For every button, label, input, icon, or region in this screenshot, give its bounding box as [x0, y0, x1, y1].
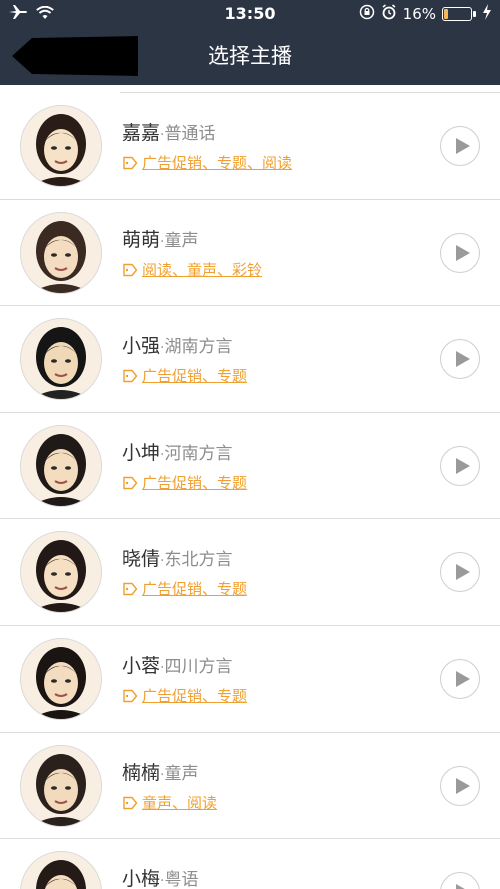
anchor-voice-type: 湖南方言: [164, 337, 233, 358]
avatar: [20, 105, 102, 187]
play-button[interactable]: [440, 126, 480, 166]
anchor-row[interactable]: 楠楠·童声 童声、阅读: [0, 733, 500, 840]
avatar: [20, 424, 102, 507]
tag-icon: [123, 476, 138, 489]
tag-links[interactable]: 广告促销、专题: [142, 473, 247, 493]
anchor-name: 小梅: [122, 868, 161, 889]
anchor-tags: 童声、阅读: [122, 793, 217, 813]
tag-links[interactable]: 广告促销、专题: [142, 686, 247, 706]
app-header: 13:50 16% 选择主播: [0, 0, 500, 85]
tag-icon: [123, 796, 138, 809]
play-button[interactable]: [440, 765, 480, 806]
anchor-voice-type: 四川方言: [164, 656, 233, 677]
alarm-icon: [381, 4, 397, 24]
tag-links[interactable]: 童声、阅读: [142, 793, 217, 813]
status-right: 16%: [359, 4, 492, 24]
anchor-voice-type: 普通话: [164, 124, 216, 144]
tag-links[interactable]: 广告促销、专题: [142, 579, 247, 599]
list-top-divider: [120, 85, 500, 93]
anchor-tags: 广告促销、专题: [122, 686, 247, 706]
anchor-tags: 广告促销、专题: [122, 366, 247, 386]
avatar: [20, 637, 102, 720]
anchor-name-line: 小蓉·四川方言: [122, 654, 232, 680]
tag-icon: [123, 263, 138, 276]
anchor-voice-type: 粤语: [164, 870, 199, 889]
avatar: [20, 744, 102, 827]
anchor-row[interactable]: 小梅·粤语: [0, 839, 500, 889]
anchor-voice-type: 东北方言: [164, 550, 233, 571]
anchor-name-line: 萌萌·童声: [122, 228, 198, 254]
anchor-tags: 广告促销、专题、阅读: [122, 153, 292, 173]
play-button[interactable]: [440, 872, 480, 889]
anchor-name: 萌萌: [122, 228, 161, 251]
tag-icon: [123, 369, 138, 383]
battery-icon: [442, 7, 476, 21]
anchor-name-line: 小梅·粤语: [122, 867, 198, 889]
play-button[interactable]: [440, 339, 480, 380]
charging-icon: [482, 4, 492, 24]
anchor-voice-type: 河南方言: [164, 443, 233, 464]
tag-icon: [123, 689, 138, 703]
anchor-row[interactable]: 小蓉·四川方言 广告促销、专题: [0, 626, 500, 733]
anchor-tags: 广告促销、专题: [122, 579, 247, 599]
anchor-list: 嘉嘉·普通话 广告促销、专题、阅读 萌萌·童声 阅读、童声、彩铃 小强·湖南方言…: [0, 85, 500, 889]
anchor-name-line: 小强·湖南方言: [122, 334, 232, 360]
battery-percent: 16%: [402, 5, 436, 23]
page-title: 选择主播: [208, 44, 292, 68]
anchor-voice-type: 童声: [164, 763, 199, 784]
anchor-name-line: 晓倩·东北方言: [122, 547, 232, 573]
anchor-name-line: 嘉嘉·普通话: [122, 121, 215, 147]
battery-level: [444, 9, 448, 19]
tag-icon: [123, 156, 138, 170]
play-button[interactable]: [440, 445, 480, 486]
anchor-name: 嘉嘉: [122, 122, 161, 144]
anchor-name: 小坤: [122, 441, 161, 464]
anchor-name-line: 楠楠·童声: [122, 761, 198, 787]
avatar: [20, 211, 102, 294]
play-button[interactable]: [440, 552, 480, 593]
anchor-row[interactable]: 小强·湖南方言 广告促销、专题: [0, 306, 500, 413]
anchor-name-line: 小坤·河南方言: [122, 441, 232, 467]
anchor-tags: 广告促销、专题: [122, 473, 247, 493]
status-bar: 13:50 16%: [0, 0, 500, 28]
anchor-voice-type: 童声: [164, 230, 199, 251]
anchor-name: 楠楠: [122, 761, 161, 784]
play-button[interactable]: [440, 232, 480, 273]
rotation-lock-icon: [359, 4, 375, 24]
anchor-row[interactable]: 嘉嘉·普通话 广告促销、专题、阅读: [0, 93, 500, 200]
avatar: [20, 531, 102, 614]
anchor-name: 小蓉: [122, 654, 161, 677]
tag-icon: [123, 583, 138, 596]
anchor-name: 小强: [122, 335, 161, 358]
anchor-row[interactable]: 晓倩·东北方言 广告促销、专题: [0, 519, 500, 626]
anchor-row[interactable]: 萌萌·童声 阅读、童声、彩铃: [0, 200, 500, 307]
tag-links[interactable]: 广告促销、专题: [142, 366, 247, 386]
tag-links[interactable]: 阅读、童声、彩铃: [142, 260, 262, 280]
anchor-name: 晓倩: [122, 548, 161, 571]
anchor-row[interactable]: 小坤·河南方言 广告促销、专题: [0, 413, 500, 520]
anchor-tags: 阅读、童声、彩铃: [122, 260, 262, 280]
avatar: [20, 851, 102, 889]
play-button[interactable]: [440, 658, 480, 699]
tag-links[interactable]: 广告促销、专题、阅读: [142, 153, 292, 173]
avatar: [20, 318, 102, 401]
